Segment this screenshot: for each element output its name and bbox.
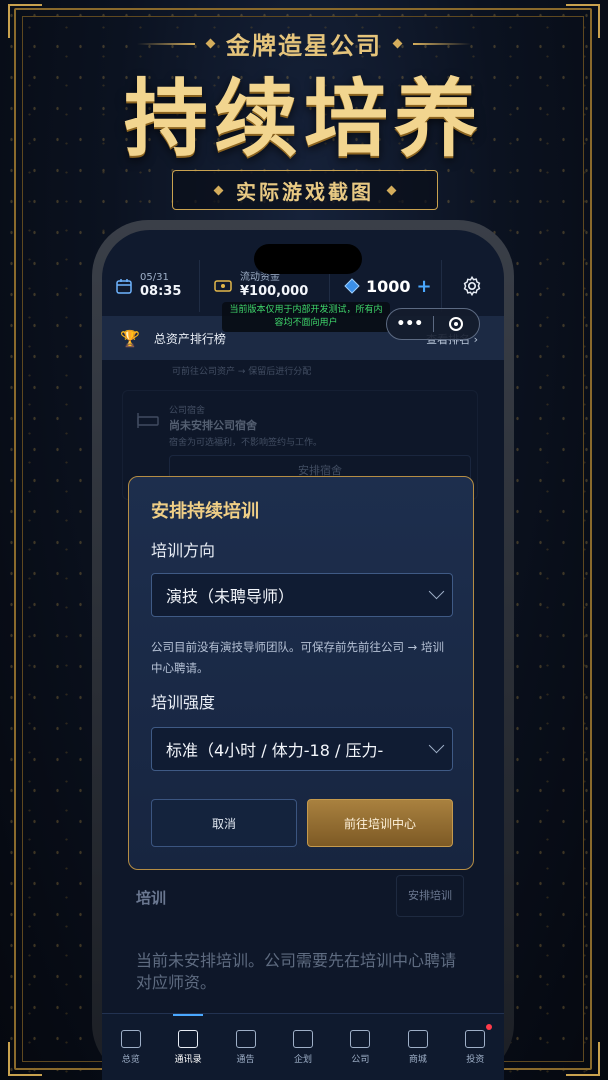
mini-program-capsule: •••	[386, 308, 480, 340]
tab-label: 商城	[408, 1054, 427, 1065]
bed-icon	[137, 413, 159, 428]
phone-screen: 05/31 08:35 流动资金 ¥100,000 1000 + 当前版本仅用于…	[102, 230, 504, 1080]
phone-mockup: 05/31 08:35 流动资金 ¥100,000 1000 + 当前版本仅用于…	[92, 220, 514, 1080]
trophy-icon: 🏆	[120, 328, 140, 348]
tab-overview[interactable]: 总览	[102, 1014, 159, 1080]
diamond-icon	[205, 38, 216, 49]
gem-count: 1000	[366, 276, 411, 296]
dialog-title: 安排持续培训	[151, 501, 259, 522]
direction-label: 培训方向	[151, 541, 216, 560]
intensity-value: 标准（4小时 / 体力-18 / 压力-	[166, 741, 384, 760]
intensity-label: 培训强度	[151, 693, 216, 712]
building-icon	[350, 1029, 371, 1048]
arrange-training-button: 安排培训	[396, 875, 464, 917]
tab-label: 公司	[351, 1054, 370, 1065]
training-desc: 当前未安排培训。公司需要先在培训中心聘请对应师资。	[136, 951, 457, 992]
add-gems-button[interactable]: +	[417, 276, 432, 297]
tab-label: 总览	[121, 1054, 140, 1065]
tab-planning[interactable]: 企划	[274, 1014, 331, 1080]
rank-label: 总资产排行榜	[153, 331, 226, 346]
training-dialog: 安排持续培训 培训方向 演技（未聘导师） 公司目前没有演技导师团队。可保存前先前…	[128, 476, 474, 870]
time: 08:35	[140, 284, 182, 299]
dev-notice: 当前版本仅用于内部开发测试，所有内容均不面向用户	[222, 302, 390, 332]
frame-corner	[566, 1042, 600, 1076]
tab-label: 企划	[293, 1054, 312, 1065]
cash-icon	[214, 280, 232, 292]
tab-invest[interactable]: 投资	[447, 1014, 504, 1080]
bottom-tabbar: 总览 通讯录 通告 企划 公司 商城 投资	[102, 1013, 504, 1080]
training-title: 培训	[136, 889, 167, 907]
date-time: 05/31 08:35	[102, 260, 200, 312]
headline: 持续培养	[123, 69, 484, 168]
more-icon[interactable]: •••	[387, 316, 434, 332]
tab-label: 通告	[236, 1054, 255, 1065]
notification-dot	[485, 1024, 492, 1030]
close-circle-icon	[449, 317, 464, 331]
dorm-desc: 宿舍为可选福利，不影响签约与工作。	[169, 438, 323, 448]
divider	[413, 42, 471, 45]
clapper-icon	[235, 1029, 256, 1048]
calendar-icon	[116, 279, 132, 294]
dynamic-island	[254, 244, 362, 274]
direction-help: 公司目前没有演技导师团队。可保存前先前往公司 → 培训中心聘请。	[151, 640, 444, 675]
contacts-icon	[178, 1029, 199, 1048]
date: 05/31	[140, 272, 169, 283]
tab-company[interactable]: 公司	[332, 1014, 389, 1080]
intensity-select[interactable]: 标准（4小时 / 体力-18 / 压力-	[151, 727, 453, 771]
diamond-icon	[213, 185, 224, 195]
close-mini-program-button[interactable]	[434, 317, 480, 331]
cancel-button[interactable]: 取消	[151, 799, 297, 847]
asset-hint: 可前往公司资产 → 保留后进行分配	[172, 367, 312, 377]
divider	[137, 42, 195, 45]
dorm-title: 尚未安排公司宿舍	[169, 419, 257, 432]
gem-icon	[344, 278, 360, 294]
cash-value: ¥100,000	[240, 284, 309, 299]
overview-icon	[120, 1029, 141, 1048]
direction-select[interactable]: 演技（未聘导师）	[151, 573, 453, 617]
dorm-caption: 公司宿舍	[169, 406, 206, 416]
subtitle-banner: 实际游戏截图	[172, 170, 438, 210]
subtitle: 实际游戏截图	[236, 179, 374, 204]
diamond-icon	[392, 38, 403, 49]
tab-shop[interactable]: 商城	[389, 1014, 446, 1080]
frame-corner	[8, 1042, 42, 1076]
tab-label: 通讯录	[174, 1054, 202, 1065]
direction-value: 演技（未聘导师）	[166, 587, 295, 606]
tab-label: 投资	[466, 1054, 485, 1065]
tab-notices[interactable]: 通告	[217, 1014, 274, 1080]
shop-icon	[407, 1029, 428, 1048]
diamond-icon	[386, 185, 397, 195]
chart-icon	[465, 1029, 486, 1048]
go-training-center-button[interactable]: 前往培训中心	[307, 799, 453, 847]
gear-icon	[463, 275, 481, 297]
tab-contacts[interactable]: 通讯录	[159, 1014, 216, 1080]
settings-button[interactable]	[442, 260, 502, 312]
clipboard-icon	[292, 1029, 313, 1048]
